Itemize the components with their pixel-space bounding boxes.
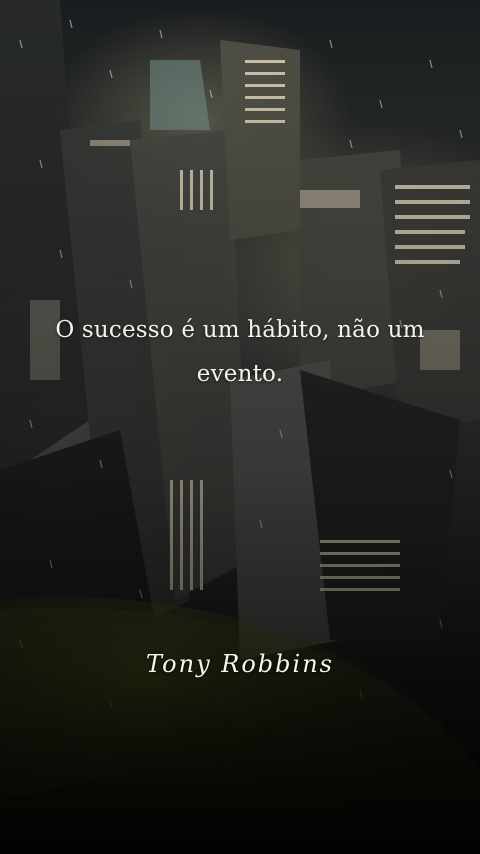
quote-text: O sucesso é um hábito, não um evento. [55,317,425,387]
quote-author-signature: Tony Robbins [146,650,334,678]
video-frame: O sucesso é um hábito, não um evento. To… [0,0,480,854]
city-night-background [0,0,480,854]
